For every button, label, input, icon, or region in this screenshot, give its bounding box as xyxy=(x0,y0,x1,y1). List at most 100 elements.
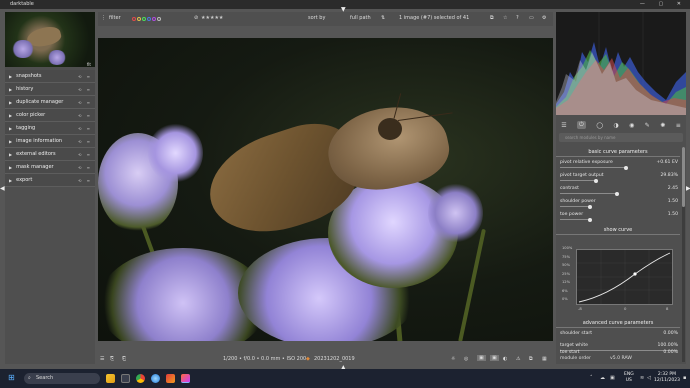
base-group-icon[interactable]: ◯ xyxy=(596,122,603,129)
module-presets-icon[interactable]: ⟲ ≡ xyxy=(78,139,92,144)
wifi-icon[interactable]: ≋ xyxy=(640,375,644,381)
second-window-icon[interactable]: ⧉ xyxy=(529,356,533,362)
guides-icon[interactable]: ▦ xyxy=(542,356,547,362)
module-presets-icon[interactable]: ⟲ ≡ xyxy=(78,126,92,131)
slider-track[interactable] xyxy=(560,193,617,194)
paste-history-icon[interactable]: ⎗ xyxy=(122,356,126,362)
module-presets-icon[interactable]: ⟲ ≡ xyxy=(78,165,92,170)
module-presets-icon[interactable]: ⟲ ≡ xyxy=(78,113,92,118)
gamut-check-icon[interactable]: ⚠ xyxy=(516,356,520,362)
module-snapshots[interactable]: ▶ snapshots ⟲ ≡ xyxy=(5,70,95,83)
task-view-icon[interactable] xyxy=(121,374,130,383)
reject-icon[interactable]: ⊘ xyxy=(194,15,198,21)
chrome-icon[interactable] xyxy=(136,374,145,383)
raw-overexposed-icon[interactable]: ▣ xyxy=(477,355,486,361)
softproof-icon[interactable]: ◐ xyxy=(503,356,507,362)
grip-icon[interactable]: ⋮ xyxy=(101,15,106,21)
module-export[interactable]: ▶ export ⟲ ≡ xyxy=(5,174,95,187)
clipping-icon[interactable]: ▣ xyxy=(490,355,499,361)
navigation-thumbnail[interactable]: fit xyxy=(5,12,95,67)
slider-contrast[interactable]: contrast 2.45 xyxy=(560,186,678,196)
effect-group-icon[interactable]: ✺ xyxy=(660,122,665,129)
color-assessment-icon[interactable]: ☼ xyxy=(451,356,455,362)
module-order-value[interactable]: v5.0 RAW xyxy=(610,356,632,361)
slider-knob[interactable] xyxy=(615,191,619,196)
tone-group-icon[interactable]: ◑ xyxy=(613,122,618,129)
module-presets-icon[interactable]: ⟲ ≡ xyxy=(78,178,92,183)
window-controls[interactable]: — ▢ ✕ xyxy=(640,0,687,9)
yellow-label-icon[interactable] xyxy=(137,16,141,21)
module-external-editors[interactable]: ▶ external editors ⟲ ≡ xyxy=(5,148,95,161)
taskbar-clock[interactable]: 2:32 PM 12/11/2023 xyxy=(654,372,680,384)
slider-shoulder-start[interactable]: shoulder start 0.00% xyxy=(560,331,678,336)
slider-knob[interactable] xyxy=(594,178,598,183)
darktable-taskbar-icon[interactable] xyxy=(181,374,190,383)
basic-curve-header[interactable]: basic curve parameters xyxy=(556,148,680,157)
slider-knob[interactable] xyxy=(624,165,628,170)
slider-pivot-relative-exposure[interactable]: pivot relative exposure +0.61 EV xyxy=(560,160,678,170)
system-tray-icon[interactable]: ▣ xyxy=(610,375,615,381)
module-tagging[interactable]: ▶ tagging ⟲ ≡ xyxy=(5,122,95,135)
color-label-filters[interactable] xyxy=(132,16,162,22)
tray-overflow-icon[interactable]: ˄ xyxy=(590,375,593,381)
scrollbar-thumb[interactable] xyxy=(682,147,685,207)
window-icon[interactable]: ⧉ xyxy=(490,15,494,21)
show-curve-header[interactable]: show curve xyxy=(556,226,680,235)
onedrive-icon[interactable]: ☁ xyxy=(600,375,605,381)
sort-by-select[interactable]: full path xyxy=(350,15,371,21)
language-indicator[interactable]: ENG US xyxy=(624,372,634,384)
module-presets-menu-icon[interactable]: ≡ xyxy=(676,122,681,129)
module-image-information[interactable]: ▶ image information ⟲ ≡ xyxy=(5,135,95,148)
app-icon[interactable] xyxy=(166,374,175,383)
module-presets-icon[interactable]: ⟲ ≡ xyxy=(78,152,92,157)
slider-track[interactable] xyxy=(560,219,590,220)
help-icon[interactable]: ? xyxy=(516,15,519,21)
module-presets-icon[interactable]: ⟲ ≡ xyxy=(78,87,92,92)
module-presets-icon[interactable]: ⟲ ≡ xyxy=(78,100,92,105)
active-modules-icon[interactable]: ⏻ xyxy=(577,121,586,129)
blue-label-icon[interactable] xyxy=(147,16,151,21)
histogram[interactable] xyxy=(556,12,686,115)
module-search-input[interactable]: search modules by name xyxy=(559,133,683,142)
green-label-icon[interactable] xyxy=(142,16,146,21)
star-icon[interactable]: ☆ xyxy=(503,15,507,21)
module-color-picker[interactable]: ▶ color picker ⟲ ≡ xyxy=(5,109,95,122)
copy-history-icon[interactable]: ⎘ xyxy=(110,356,114,362)
notifications-icon[interactable]: ▪ xyxy=(683,375,686,381)
slider-target-white[interactable]: target white 100.00% xyxy=(560,343,678,351)
correct-group-icon[interactable]: ✎ xyxy=(645,122,650,129)
filmic-curve-graph[interactable] xyxy=(576,249,673,305)
rating-filter[interactable]: ★★★★★ xyxy=(201,15,223,21)
right-panel-collapse-icon[interactable]: ▶ xyxy=(686,185,690,192)
volume-icon[interactable]: ◁ xyxy=(647,375,651,381)
styles-icon[interactable]: ☰ xyxy=(100,356,104,362)
start-button-icon[interactable]: ⊞ xyxy=(8,373,15,382)
purple-label-icon[interactable] xyxy=(152,16,156,21)
gear-icon[interactable]: ⚙ xyxy=(542,15,546,21)
slider-toe-power[interactable]: toe power 1.50 xyxy=(560,212,678,222)
center-image[interactable] xyxy=(98,38,553,341)
slider-pivot-target-output[interactable]: pivot target output 29.83% xyxy=(560,173,678,183)
quick-access-icon[interactable]: ☰ xyxy=(561,122,566,129)
slider-knob[interactable] xyxy=(588,204,592,209)
shortcuts-icon[interactable]: ▭ xyxy=(529,15,534,21)
slider-knob[interactable] xyxy=(588,217,592,222)
module-presets-icon[interactable]: ⟲ ≡ xyxy=(78,74,92,79)
slider-track[interactable] xyxy=(560,206,590,207)
right-panel-scrollbar[interactable] xyxy=(682,147,685,362)
zoom-fit-label[interactable]: fit xyxy=(87,62,91,67)
module-mask-manager[interactable]: ▶ mask manager ⟲ ≡ xyxy=(5,161,95,174)
slider-shoulder-power[interactable]: shoulder power 1.50 xyxy=(560,199,678,209)
red-label-icon[interactable] xyxy=(132,16,136,21)
gray-label-icon[interactable] xyxy=(157,16,161,21)
slider-track[interactable] xyxy=(560,180,596,181)
sort-order-icon[interactable]: ⇅ xyxy=(381,15,385,21)
taskbar-search[interactable]: ⌕ Search xyxy=(24,373,100,384)
module-history[interactable]: ▶ history ⟲ ≡ xyxy=(5,83,95,96)
color-group-icon[interactable]: ◉ xyxy=(629,122,634,129)
advanced-curve-header[interactable]: advanced curve parameters xyxy=(556,319,680,328)
slider-toe-start[interactable]: toe start 0.00% xyxy=(560,350,678,355)
module-duplicate-manager[interactable]: ▶ duplicate manager ⟲ ≡ xyxy=(5,96,95,109)
curve-pivot-point[interactable] xyxy=(633,272,637,276)
focus-peaking-icon[interactable]: ◎ xyxy=(464,356,468,362)
